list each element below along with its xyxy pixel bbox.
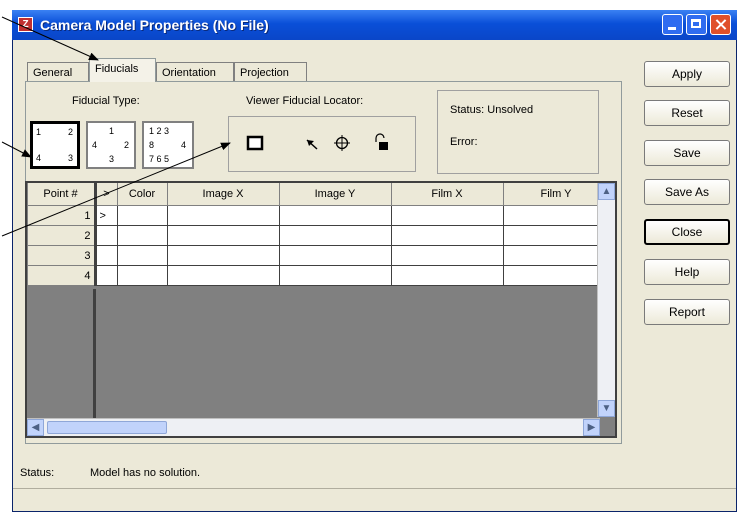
color-cell[interactable] <box>116 265 168 286</box>
tab-general[interactable]: General <box>27 62 89 82</box>
column-header-film-y[interactable]: Film Y <box>503 183 610 206</box>
fiducial-layout1-num: 1 <box>36 127 42 137</box>
column-header-color[interactable]: Color <box>117 183 168 206</box>
reset-button[interactable]: Reset <box>644 100 730 126</box>
film-x-cell[interactable] <box>390 245 504 266</box>
fiducial-layout2-num: 3 <box>109 154 115 164</box>
table-row[interactable]: 4 <box>27 265 610 286</box>
status-bar-message: Model has no solution. <box>90 467 201 479</box>
film-x-cell[interactable] <box>390 265 504 286</box>
film-y-cell[interactable] <box>502 245 610 266</box>
fiducial-layout1-num: 4 <box>36 153 42 163</box>
film-y-cell[interactable] <box>502 205 610 226</box>
horizontal-scrollbar[interactable]: ◀ ▶ <box>27 418 600 436</box>
scroll-right-icon[interactable]: ▶ <box>583 419 600 436</box>
row-number: 1 <box>27 205 96 226</box>
place-locator-icon[interactable] <box>246 135 264 151</box>
lock-icon[interactable] <box>375 133 388 150</box>
vertical-scrollbar[interactable]: ▲ ▼ <box>597 183 615 417</box>
column-header-image-x[interactable]: Image X <box>167 183 280 206</box>
image-x-cell[interactable] <box>166 205 280 226</box>
fiducial-layout1-num: 2 <box>67 127 73 137</box>
fiducial-type-4-corner-button[interactable]: 1 2 4 3 <box>30 121 80 169</box>
fiducial-layout1-num: 3 <box>67 153 73 163</box>
title-bar[interactable]: Z Camera Model Properties (No File) <box>12 10 737 40</box>
tab-projection[interactable]: Projection <box>234 62 307 82</box>
fiducial-type-4-side-button[interactable]: 1 4 2 3 <box>86 121 136 169</box>
horizontal-scroll-thumb[interactable] <box>47 421 167 434</box>
film-x-cell[interactable] <box>390 205 504 226</box>
image-y-cell[interactable] <box>278 265 392 286</box>
image-y-cell[interactable] <box>278 205 392 226</box>
fiducial-layout2-num: 4 <box>92 140 98 150</box>
fiducial-layout3-right: 4 <box>180 140 186 150</box>
row-number: 3 <box>27 245 96 266</box>
fiducial-layout3-top: 1 2 3 <box>149 126 170 136</box>
tab-fiducials[interactable]: Fiducials <box>89 58 156 82</box>
current-row-marker: > <box>93 205 118 226</box>
film-y-cell[interactable] <box>502 265 610 286</box>
column-header-image-y[interactable]: Image Y <box>279 183 392 206</box>
film-x-cell[interactable] <box>390 225 504 246</box>
save-as-button[interactable]: Save As <box>644 179 730 205</box>
report-button[interactable]: Report <box>644 299 730 325</box>
image-x-cell[interactable] <box>166 265 280 286</box>
scroll-up-icon[interactable]: ▲ <box>598 183 615 200</box>
tab-orientation[interactable]: Orientation <box>156 62 234 82</box>
window-title: Camera Model Properties (No File) <box>40 17 269 33</box>
color-cell[interactable] <box>116 205 168 226</box>
select-arrow-icon[interactable] <box>306 139 318 150</box>
image-y-cell[interactable] <box>278 225 392 246</box>
apply-button[interactable]: Apply <box>644 61 730 87</box>
row-marker-cell <box>93 245 118 266</box>
scroll-down-icon[interactable]: ▼ <box>598 400 615 417</box>
solution-status-group: Status: Unsolved Error: <box>437 90 599 174</box>
fiducial-layout2-num: 1 <box>109 126 115 136</box>
status-bar-divider <box>13 488 736 489</box>
color-cell[interactable] <box>116 225 168 246</box>
close-button[interactable]: Close <box>644 219 730 245</box>
fiducial-layout2-num: 2 <box>123 140 129 150</box>
color-cell[interactable] <box>116 245 168 266</box>
help-button[interactable]: Help <box>644 259 730 285</box>
solution-error-text: Error: <box>450 136 478 148</box>
save-button[interactable]: Save <box>644 140 730 166</box>
row-number: 4 <box>27 265 96 286</box>
fiducial-type-8-point-button[interactable]: 1 2 3 8 4 7 6 5 <box>142 121 194 169</box>
row-number: 2 <box>27 225 96 246</box>
fiducial-layout3-left: 8 <box>149 140 155 150</box>
viewer-fiducial-locator-group <box>228 116 416 172</box>
image-y-cell[interactable] <box>278 245 392 266</box>
frozen-column-divider <box>93 289 96 419</box>
maximize-button[interactable] <box>686 14 707 35</box>
table-row[interactable]: 3 <box>27 245 610 266</box>
fiducial-layout3-bottom: 7 6 5 <box>149 154 170 164</box>
fiducial-points-grid: Point # > Color Image X Image Y Film X F… <box>25 181 617 438</box>
image-x-cell[interactable] <box>166 245 280 266</box>
viewer-fiducial-locator-label: Viewer Fiducial Locator: <box>246 95 364 107</box>
column-header-film-x[interactable]: Film X <box>391 183 504 206</box>
app-icon: Z <box>18 17 33 32</box>
crosshair-locator-icon[interactable] <box>334 135 350 151</box>
row-marker-cell <box>93 265 118 286</box>
column-header-marker[interactable]: > <box>93 183 118 206</box>
status-bar-label: Status: <box>20 467 55 479</box>
table-row[interactable]: 1 > <box>27 205 610 226</box>
scroll-left-icon[interactable]: ◀ <box>27 419 44 436</box>
image-x-cell[interactable] <box>166 225 280 246</box>
column-header-point[interactable]: Point # <box>27 183 96 206</box>
film-y-cell[interactable] <box>502 225 610 246</box>
close-window-button[interactable] <box>710 14 731 35</box>
fiducial-type-label: Fiducial Type: <box>72 95 140 107</box>
table-row[interactable]: 2 <box>27 225 610 246</box>
solution-status-text: Status: Unsolved <box>450 104 534 116</box>
minimize-button[interactable] <box>662 14 683 35</box>
row-marker-cell <box>93 225 118 246</box>
